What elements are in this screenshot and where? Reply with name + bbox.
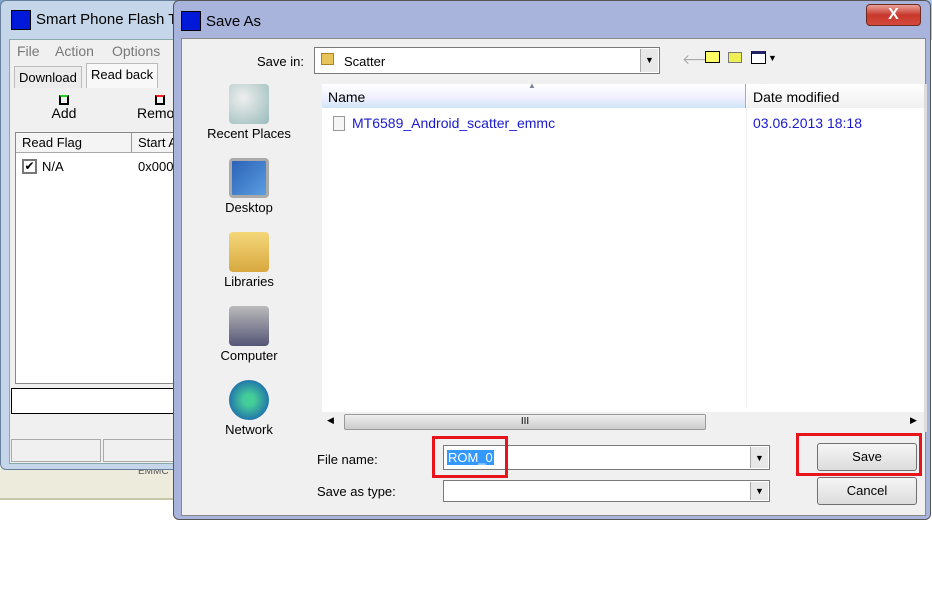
network-icon xyxy=(229,380,269,420)
flash-tool-window: Smart Phone Flash Tool File Action Optio… xyxy=(0,0,196,470)
window-title: Smart Phone Flash Tool xyxy=(36,11,196,28)
status-pane xyxy=(103,439,183,462)
file-icon xyxy=(333,116,345,131)
read-flag-checkbox[interactable]: ✔ xyxy=(22,159,37,174)
menu-options[interactable]: Options xyxy=(112,43,160,59)
chevron-down-icon[interactable]: ▼ xyxy=(750,447,768,468)
add-button[interactable]: Add xyxy=(41,95,87,121)
annotation-highlight-save xyxy=(796,433,922,476)
scroll-right-icon[interactable]: ▶ xyxy=(910,415,917,426)
tab-download[interactable]: Download xyxy=(14,66,82,88)
cancel-button[interactable]: Cancel xyxy=(817,477,917,505)
row-flag: N/A xyxy=(42,159,64,174)
up-folder-icon[interactable] xyxy=(705,51,720,63)
column-read-flag[interactable]: Read Flag xyxy=(16,133,132,153)
save-in-label: Save in: xyxy=(257,54,304,69)
add-icon xyxy=(59,95,69,105)
app-icon xyxy=(181,11,201,31)
computer-icon xyxy=(229,306,269,346)
annotation-highlight-filename xyxy=(432,436,508,478)
place-desktop[interactable]: Desktop xyxy=(198,158,300,215)
new-folder-icon[interactable] xyxy=(728,52,742,63)
place-recent-places[interactable]: Recent Places xyxy=(198,84,300,141)
partition-list: Read Flag Start Address ✔ N/A 0x0000 xyxy=(15,132,192,384)
file-name: MT6589_Android_scatter_emmc xyxy=(352,115,556,131)
tab-read-back[interactable]: Read back xyxy=(86,63,159,88)
log-field[interactable] xyxy=(11,388,185,414)
column-label: Name xyxy=(328,89,366,105)
folder-icon xyxy=(321,53,334,65)
save-in-dropdown[interactable]: Scatter ▼ xyxy=(314,47,660,74)
remove-icon xyxy=(155,95,165,105)
scrollbar-thumb[interactable]: III xyxy=(344,414,706,430)
place-label: Libraries xyxy=(224,274,274,289)
vertical-scrollbar[interactable] xyxy=(924,84,927,432)
status-pane xyxy=(11,439,101,462)
chevron-down-icon[interactable]: ▼ xyxy=(768,53,777,63)
column-date-modified[interactable]: Date modified xyxy=(747,84,924,108)
file-date: 03.06.2013 18:18 xyxy=(753,115,862,131)
recent-places-icon xyxy=(229,84,269,124)
sort-ascending-icon: ▲ xyxy=(528,81,536,90)
dialog-title: Save As xyxy=(206,13,262,30)
libraries-icon xyxy=(229,232,269,272)
add-label: Add xyxy=(51,105,77,121)
file-list: Name ▲ Date modified MT6589_Android_scat… xyxy=(322,81,924,432)
menu-file[interactable]: File xyxy=(17,43,40,59)
horizontal-scrollbar[interactable]: ◀ III ▶ xyxy=(322,412,924,432)
column-label: Date modified xyxy=(753,89,840,105)
save-in-value: Scatter xyxy=(344,54,386,69)
place-libraries[interactable]: Libraries xyxy=(198,232,300,289)
column-divider xyxy=(746,108,747,408)
app-icon xyxy=(11,10,31,30)
close-button[interactable]: X xyxy=(866,4,921,26)
places-bar: Recent Places Desktop Libraries Computer… xyxy=(198,84,300,437)
scroll-left-icon[interactable]: ◀ xyxy=(327,415,334,426)
chevron-down-icon[interactable]: ▼ xyxy=(750,482,768,500)
place-label: Desktop xyxy=(225,200,273,215)
place-network[interactable]: Network xyxy=(198,380,300,437)
place-computer[interactable]: Computer xyxy=(198,306,300,363)
file-name-label: File name: xyxy=(317,452,378,467)
place-label: Recent Places xyxy=(207,126,291,141)
view-menu-icon[interactable] xyxy=(751,51,766,64)
place-label: Computer xyxy=(220,348,278,363)
save-as-type-label: Save as type: xyxy=(317,484,396,499)
place-label: Network xyxy=(225,422,273,437)
menu-action[interactable]: Action xyxy=(55,43,94,59)
save-as-type-dropdown[interactable]: ▼ xyxy=(443,480,770,502)
chevron-down-icon[interactable]: ▼ xyxy=(640,49,658,72)
desktop-icon xyxy=(229,158,269,198)
file-row[interactable]: MT6589_Android_scatter_emmc 03.06.2013 1… xyxy=(322,114,924,134)
